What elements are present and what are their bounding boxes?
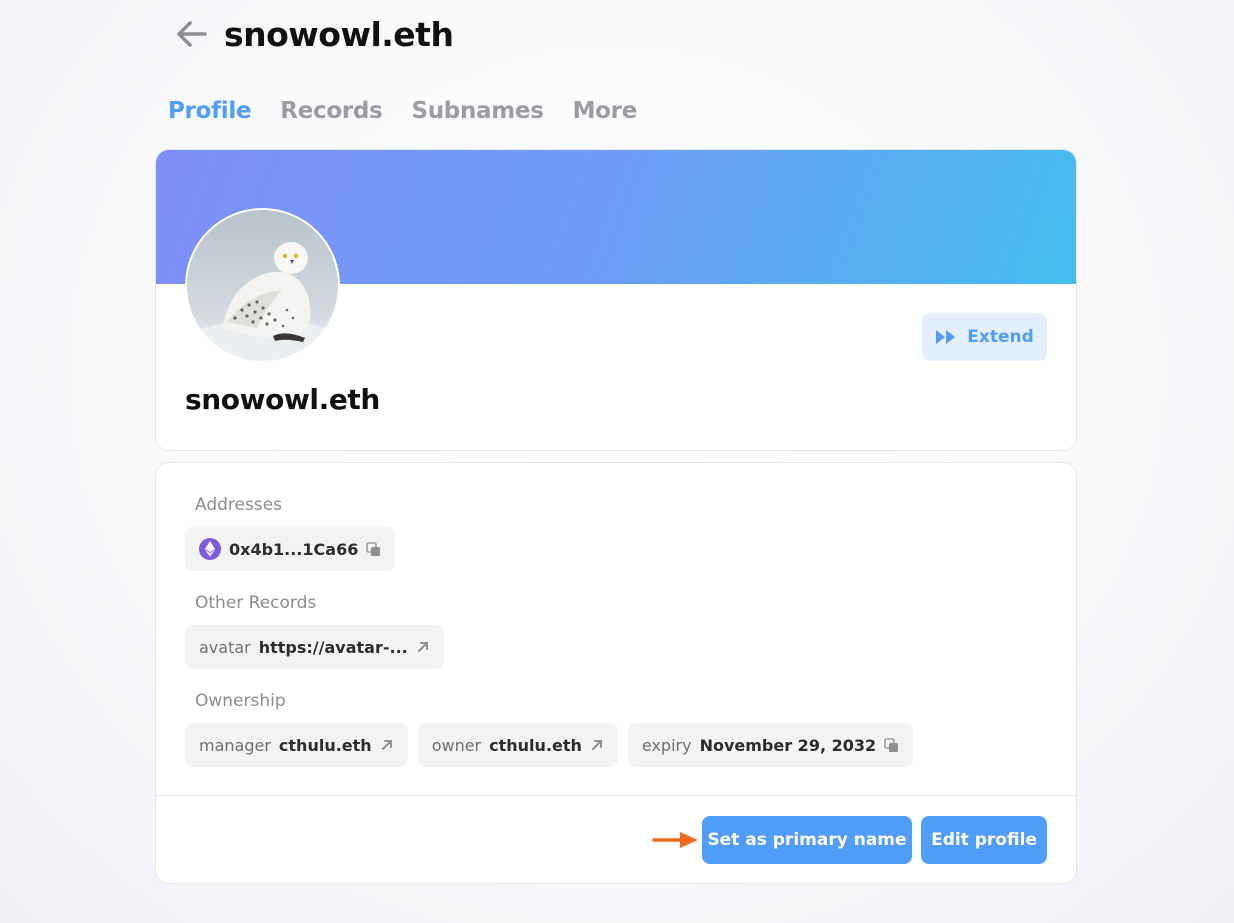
divider [156,795,1076,796]
other-records-label: Other Records [195,593,317,613]
address-value: 0x4b1...1Ca66 [229,539,359,559]
back-button[interactable] [172,14,212,54]
ownership-key: owner [431,735,482,755]
copy-icon[interactable] [366,541,381,557]
ownership-key: manager [199,735,271,755]
snowy-owl-image [187,210,338,361]
records-card: Addresses 0x4b1...1Ca66 Other Records av… [155,462,1077,884]
copy-icon[interactable] [884,737,899,753]
tab-bar: Profile Records Subnames More [168,98,637,124]
extend-button[interactable]: Extend [922,313,1047,361]
ownership-chip-owner[interactable]: owner cthulu.eth [417,723,618,767]
record-chip-avatar[interactable]: avatar https://avatar-... [185,625,444,669]
set-primary-name-button[interactable]: Set as primary name [702,816,912,864]
ownership-key: expiry [641,735,692,755]
ownership-label: Ownership [195,691,286,711]
external-link-icon [591,740,602,750]
ethereum-icon [199,538,221,560]
profile-card: Extend snowowl.eth [155,149,1077,451]
extend-label: Extend [967,327,1034,347]
record-value: https://avatar-... [258,637,408,657]
external-link-icon [417,642,428,652]
ownership-value: cthulu.eth [489,735,582,755]
tab-records[interactable]: Records [280,98,382,124]
fast-forward-icon [936,330,956,344]
other-records-row: avatar https://avatar-... [185,625,444,669]
page-title: snowowl.eth [224,14,454,54]
external-link-icon [381,740,392,750]
ownership-value: November 29, 2032 [699,735,877,755]
ownership-value: cthulu.eth [278,735,372,755]
tab-more[interactable]: More [573,98,638,124]
ownership-chip-expiry[interactable]: expiry November 29, 2032 [627,723,914,767]
addresses-row: 0x4b1...1Ca66 [185,527,396,571]
ownership-row: manager cthulu.eth owner cthulu.eth expi… [185,723,914,767]
ownership-chip-manager[interactable]: manager cthulu.eth [185,723,408,767]
page-header: snowowl.eth [172,14,454,54]
address-chip-eth[interactable]: 0x4b1...1Ca66 [185,527,396,571]
profile-name: snowowl.eth [185,383,380,416]
edit-profile-button[interactable]: Edit profile [921,816,1047,864]
avatar [185,208,340,363]
record-key: avatar [199,637,251,657]
tab-subnames[interactable]: Subnames [411,98,543,124]
addresses-label: Addresses [195,495,283,515]
arrow-left-icon [177,21,207,47]
tab-profile[interactable]: Profile [168,98,252,124]
annotation-arrow-icon [652,832,698,848]
